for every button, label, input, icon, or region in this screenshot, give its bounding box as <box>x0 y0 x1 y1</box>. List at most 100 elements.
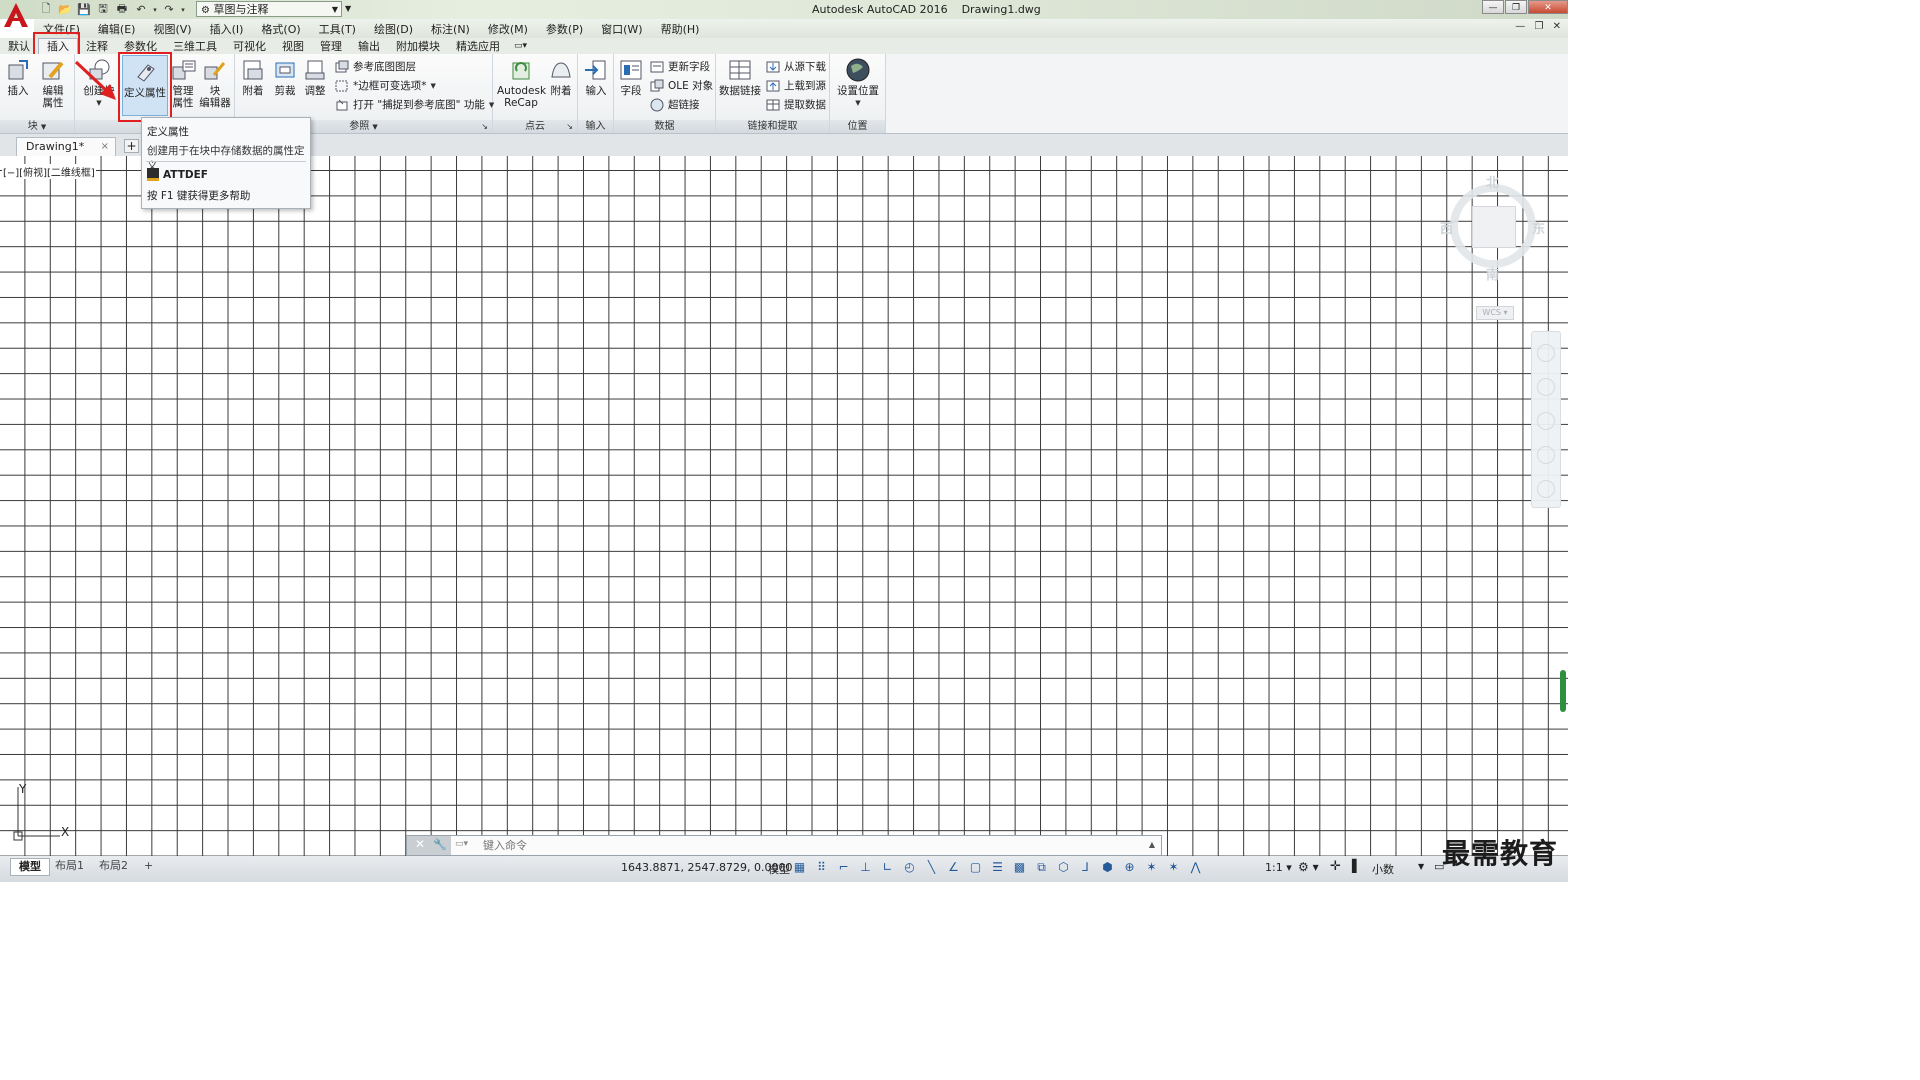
isolate-objects-icon[interactable]: ▌ <box>1352 859 1361 873</box>
workspace-select[interactable]: ⚙ 草图与注释 ▼ <box>196 1 342 17</box>
units-dropdown-icon[interactable]: ▼ <box>1418 862 1424 871</box>
print-icon[interactable]: 🖶 <box>114 2 130 18</box>
add-layout-button[interactable]: + <box>140 858 157 874</box>
annotation-scale-icon[interactable]: ⋀ <box>1188 860 1203 875</box>
frames-variable-dropdown[interactable]: *边框可变选项* ▼ <box>335 78 436 93</box>
pan-icon[interactable] <box>1537 378 1555 396</box>
menu-parametric[interactable]: 参数(P) <box>537 21 592 37</box>
redo-icon[interactable]: ↷ <box>161 2 177 18</box>
clip-button[interactable]: 剪裁 <box>271 57 299 97</box>
ole-object-button[interactable]: OLE 对象 <box>650 78 713 93</box>
import-button[interactable]: 输入 <box>582 57 610 97</box>
tab-visualize[interactable]: 可视化 <box>225 39 274 54</box>
wcs-menu-button[interactable]: WCS ▾ <box>1476 306 1514 320</box>
extract-data-button[interactable]: 提取数据 <box>766 97 826 112</box>
panel-data-footer[interactable]: 数据 <box>614 120 715 133</box>
annotation-visibility-icon[interactable]: ✶ <box>1144 860 1159 875</box>
open-file-icon[interactable]: 📂 <box>57 2 73 18</box>
save-icon[interactable]: 💾 <box>76 2 92 18</box>
command-input[interactable] <box>481 838 1125 853</box>
pointcloud-attach-button[interactable]: 附着 <box>547 57 575 97</box>
selection-cycling-icon[interactable]: ⧉ <box>1034 860 1049 875</box>
layout-tab-layout1[interactable]: 布局1 <box>47 858 92 874</box>
panel-dialog-launcher-icon[interactable]: ↘ <box>566 120 573 133</box>
insert-block-button[interactable]: 插入 <box>4 57 32 97</box>
snap-mode-icon[interactable]: ⠿ <box>814 860 829 875</box>
close-icon[interactable]: ✕ <box>415 837 425 851</box>
edit-attribute-button[interactable]: 编辑 属性 <box>38 57 68 109</box>
orbit-icon[interactable] <box>1537 446 1555 464</box>
annotation-scale-select[interactable]: 1:1 ▾ <box>1265 861 1292 874</box>
isodraft-icon[interactable]: ╲ <box>924 860 939 875</box>
menu-draw[interactable]: 绘图(D) <box>365 21 422 37</box>
tab-default[interactable]: 默认 <box>0 39 38 54</box>
workspace-switch-icon[interactable]: ⚙ ▾ <box>1298 860 1319 874</box>
menu-file[interactable]: 文件(F) <box>34 21 89 37</box>
selection-filter-icon[interactable]: ⬢ <box>1100 860 1115 875</box>
menu-help[interactable]: 帮助(H) <box>652 21 709 37</box>
panel-linking-footer[interactable]: 链接和提取 <box>716 120 829 133</box>
block-editor-button[interactable]: 块 编辑器 <box>198 57 232 109</box>
undo-dropdown-icon[interactable]: ▾ <box>152 2 158 18</box>
lineweight-icon[interactable]: ☰ <box>990 860 1005 875</box>
model-space-toggle[interactable]: 模型 <box>768 861 790 877</box>
field-button[interactable]: 字段 <box>617 57 645 97</box>
viewcube-east[interactable]: 东 <box>1532 218 1545 237</box>
panel-location-footer[interactable]: 位置 <box>830 120 885 133</box>
infer-constraints-icon[interactable]: ⌐ <box>836 860 851 875</box>
tab-featured-apps[interactable]: 精选应用 <box>448 39 508 54</box>
panel-import-footer[interactable]: 输入 <box>578 120 613 133</box>
chevron-up-icon[interactable]: ▲ <box>1149 840 1155 849</box>
viewcube[interactable]: 北 南 西 东 WCS ▾ <box>1432 166 1552 320</box>
minimize-button[interactable]: — <box>1482 0 1504 14</box>
tab-output[interactable]: 输出 <box>350 39 388 54</box>
hyperlink-button[interactable]: 超链接 <box>650 97 700 112</box>
tab-addins[interactable]: 附加模块 <box>388 39 448 54</box>
layout-tab-layout2[interactable]: 布局2 <box>91 858 136 874</box>
transparency-icon[interactable]: ▩ <box>1012 860 1027 875</box>
panel-block-footer[interactable]: 块 ▼ <box>0 120 74 133</box>
undo-icon[interactable]: ↶ <box>133 2 149 18</box>
layout-tab-model[interactable]: 模型 <box>10 858 50 876</box>
plus-icon[interactable]: ✛ <box>1330 859 1341 874</box>
polar-tracking-icon[interactable]: ◴ <box>902 860 917 875</box>
data-link-button[interactable]: 数据链接 <box>719 57 761 97</box>
tab-annotate[interactable]: 注释 <box>78 39 116 54</box>
zoom-icon[interactable] <box>1537 412 1555 430</box>
tab-parametric[interactable]: 参数化 <box>116 39 165 54</box>
adjust-button[interactable]: 调整 <box>301 57 329 97</box>
qat-customize-button[interactable]: ▼ <box>345 1 355 17</box>
autodesk-recap-button[interactable]: Autodesk ReCap <box>497 57 546 109</box>
viewcube-north[interactable]: 北 <box>1486 172 1499 191</box>
showmotion-icon[interactable] <box>1537 480 1555 498</box>
menu-dimension[interactable]: 标注(N) <box>422 21 479 37</box>
underlay-layers-button[interactable]: 参考底图图层 <box>335 59 416 74</box>
viewcube-west[interactable]: 西 <box>1440 218 1453 237</box>
object-snap-icon[interactable]: ▢ <box>968 860 983 875</box>
maximize-button[interactable]: ❐ <box>1505 0 1527 14</box>
close-button[interactable]: ✕ <box>1528 0 1568 14</box>
upload-to-source-button[interactable]: 上载到源 <box>766 78 826 93</box>
tab-insert[interactable]: 插入 <box>38 38 78 54</box>
scrollbar-thumb[interactable] <box>1560 670 1566 712</box>
command-line-handle[interactable]: ✕ 🔧 <box>407 836 451 855</box>
download-from-source-button[interactable]: 从源下载 <box>766 59 826 74</box>
save-as-icon[interactable]: 🖫 <box>95 2 111 18</box>
panel-point-cloud-footer[interactable]: 点云 ↘ <box>493 120 577 133</box>
viewport-controls[interactable]: [−][俯视][二维线框] <box>2 164 96 179</box>
wrench-icon[interactable]: 🔧 <box>433 838 447 851</box>
menu-tools[interactable]: 工具(T) <box>310 21 365 37</box>
dynamic-ucs-icon[interactable]: ⅃ <box>1078 860 1093 875</box>
snap-to-underlay-dropdown[interactable]: 打开 "捕捉到参考底图" 功能 ▼ <box>335 97 494 112</box>
viewcube-south[interactable]: 南 <box>1486 264 1499 283</box>
auto-scale-icon[interactable]: ✶ <box>1166 860 1181 875</box>
coordinate-readout[interactable]: 1643.8871, 2547.8729, 0.0000 <box>621 861 792 874</box>
object-snap-tracking-icon[interactable]: ∠ <box>946 860 961 875</box>
steering-wheel-icon[interactable] <box>1537 344 1555 362</box>
new-file-icon[interactable]: 🗋 <box>38 2 54 18</box>
redo-dropdown-icon[interactable]: ▾ <box>180 2 186 18</box>
new-tab-button[interactable]: + <box>124 139 139 153</box>
dynamic-input-icon[interactable]: ⊥ <box>858 860 873 875</box>
grid-icon[interactable]: ▦ <box>792 860 807 875</box>
file-tab-drawing1[interactable]: Drawing1* × <box>16 137 116 156</box>
